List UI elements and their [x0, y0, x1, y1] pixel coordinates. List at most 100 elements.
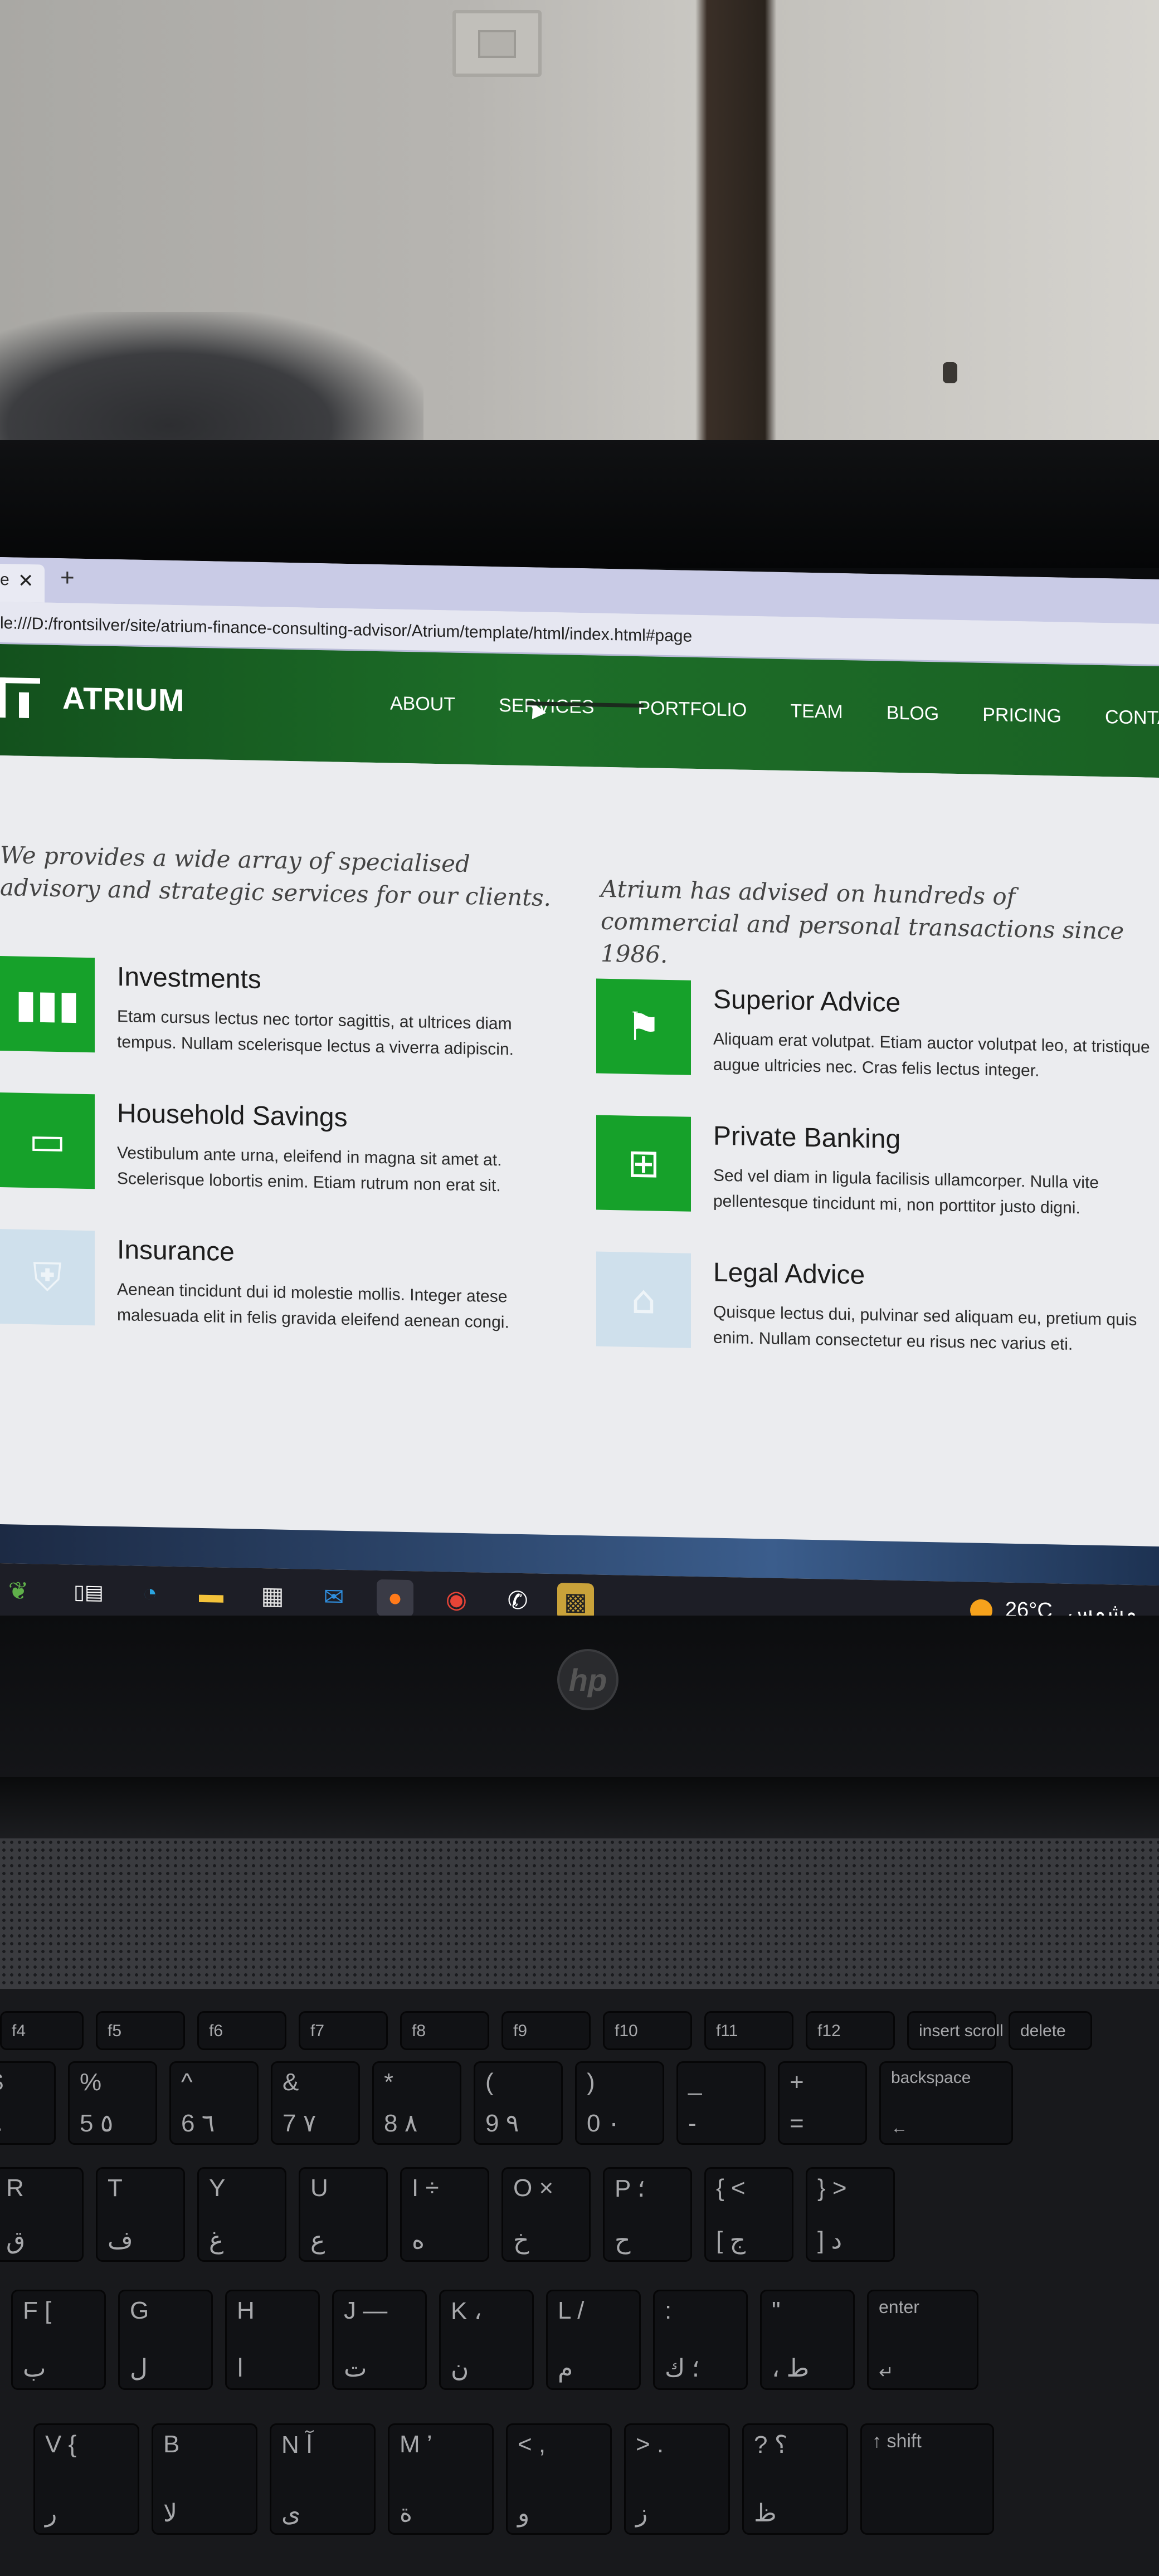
key-bottom-label: ى: [281, 2500, 301, 2527]
key-f9[interactable]: f9: [501, 2011, 591, 2050]
edge-icon[interactable]: ◔: [132, 1575, 168, 1612]
key-i[interactable]: I ÷ ه: [400, 2167, 489, 2262]
key-f8[interactable]: f8: [400, 2011, 489, 2050]
menu-item-pricing[interactable]: PRICING: [982, 704, 1061, 728]
firefox-icon[interactable]: ●: [377, 1579, 413, 1617]
chrome-icon[interactable]: ◉: [438, 1580, 475, 1618]
key-top-label: enter: [879, 2297, 919, 2317]
service-superior-advice[interactable]: ⚑ Superior Advice Aliquam erat volutpat.…: [596, 978, 1150, 1106]
task-view-icon[interactable]: ▯▤: [70, 1573, 107, 1611]
key-right-bracket[interactable]: } >] د: [806, 2167, 895, 2262]
key-backspace[interactable]: backspace ←: [879, 2061, 1013, 2145]
key-bottom-label: ه: [412, 2227, 425, 2254]
menu-item-about[interactable]: ABOUT: [390, 692, 455, 715]
close-icon[interactable]: ✕: [18, 570, 34, 593]
key-r[interactable]: Rق: [0, 2167, 84, 2262]
service-private-banking[interactable]: ⊞ Private Banking Sed vel diam in ligula…: [596, 1115, 1142, 1243]
key-shift[interactable]: ↑ shift: [860, 2423, 994, 2535]
key-8[interactable]: * 8 ٨: [372, 2061, 461, 2145]
key-p[interactable]: P ؛ ح: [603, 2167, 692, 2262]
key-g[interactable]: Gل: [118, 2290, 213, 2390]
key-b[interactable]: B لا: [152, 2423, 257, 2535]
key-top-label: f12: [817, 2022, 841, 2040]
key-k[interactable]: K ، ن: [439, 2290, 534, 2390]
key-bottom-label: -: [688, 2110, 697, 2137]
key-top-label: +: [790, 2068, 804, 2096]
logo-text[interactable]: ATRIUM: [62, 680, 185, 718]
key-period[interactable]: > . ز: [624, 2423, 730, 2535]
service-text: Aliquam erat volutpat. Etiam auctor volu…: [713, 1030, 1150, 1080]
key-bottom-label: ع: [310, 2227, 325, 2254]
file-explorer-icon[interactable]: ▬: [193, 1576, 230, 1613]
key-top-label: %: [80, 2068, 102, 2096]
intro-right: Atrium has advised on hundreds of commer…: [601, 875, 1124, 969]
menu-item-contact[interactable]: CONTACT: [1105, 706, 1159, 730]
key-t[interactable]: Tف: [96, 2167, 185, 2262]
key-u[interactable]: Uع: [299, 2167, 388, 2262]
key-m[interactable]: M ’ ة: [388, 2423, 494, 2535]
key-equals[interactable]: + =: [778, 2061, 867, 2145]
service-investments[interactable]: ▮▮▮ Investments Etam cursus lectus nec t…: [0, 956, 546, 1084]
key-f5[interactable]: f5: [96, 2011, 185, 2050]
key-5[interactable]: % 5 ٥: [68, 2061, 157, 2145]
key-top-label: delete: [1020, 2022, 1066, 2040]
key-top-label: ): [587, 2068, 595, 2096]
key-n[interactable]: N آ ى: [270, 2423, 376, 2535]
key-f4[interactable]: f4: [0, 2011, 84, 2050]
key-f7[interactable]: f7: [299, 2011, 388, 2050]
key-bottom-label: 0 ٠: [587, 2110, 621, 2137]
key-left-bracket[interactable]: { < [ ج: [704, 2167, 793, 2262]
browser-tab[interactable]: e ✕: [0, 564, 45, 603]
key-y[interactable]: Yغ: [197, 2167, 286, 2262]
key-9[interactable]: (9 ٩: [474, 2061, 563, 2145]
key-j[interactable]: J — ت: [332, 2290, 427, 2390]
key-o[interactable]: O × خ: [501, 2167, 591, 2262]
key-top-label: T: [108, 2174, 123, 2202]
menu-item-services[interactable]: SERVICES: [499, 695, 594, 718]
key-v[interactable]: V {ر: [33, 2423, 139, 2535]
gallery-app-icon[interactable]: ▩: [557, 1583, 594, 1621]
key-semicolon[interactable]: : ؛ ك: [653, 2290, 748, 2390]
key-4[interactable]: $٤: [0, 2061, 56, 2145]
key-bottom-label: ل: [130, 2355, 148, 2382]
key-l[interactable]: L / م: [546, 2290, 641, 2390]
key-f10[interactable]: f10: [603, 2011, 692, 2050]
key-top-label: M ’: [400, 2431, 432, 2458]
speaker-grille: [0, 1838, 1159, 1989]
menu-item-portfolio[interactable]: PORTFOLIO: [637, 697, 747, 721]
key-comma[interactable]: < , و: [506, 2423, 612, 2535]
new-tab-button[interactable]: +: [60, 564, 75, 592]
briefcase-icon: ⊞: [596, 1115, 691, 1212]
menu-item-blog[interactable]: BLOG: [887, 702, 939, 725]
service-insurance[interactable]: ⛨ Insurance Aenean tincidunt dui id mole…: [0, 1229, 546, 1357]
service-legal-advice[interactable]: ⌂ Legal Advice Quisque lectus dui, pulvi…: [596, 1251, 1142, 1379]
key-0[interactable]: ) 0 ٠: [575, 2061, 664, 2145]
key-top-label: f8: [412, 2022, 426, 2040]
key-top-label: G: [130, 2297, 149, 2324]
key-insert[interactable]: insert scroll: [907, 2011, 1004, 2050]
key-top-label: f7: [310, 2022, 325, 2040]
laptop-screen: e ✕ + le:///D:/frontsilver/site/atrium-f…: [0, 557, 1159, 1649]
key-f12[interactable]: f12: [806, 2011, 895, 2050]
menu-item-team[interactable]: TEAM: [790, 700, 843, 723]
key-f11[interactable]: f11: [704, 2011, 793, 2050]
atrium-logo-icon[interactable]: [0, 677, 40, 719]
service-household-savings[interactable]: ▭ Household Savings Vestibulum ante urna…: [0, 1092, 546, 1220]
key-quote[interactable]: " ، ط: [760, 2290, 855, 2390]
key-f6[interactable]: f6: [197, 2011, 286, 2050]
key-6[interactable]: ^ 6 ٦: [169, 2061, 259, 2145]
dragon-widget-icon[interactable]: ❦: [0, 1572, 37, 1609]
whatsapp-icon[interactable]: ✆: [499, 1582, 536, 1619]
store-icon[interactable]: ▦: [254, 1577, 291, 1614]
key-bottom-label: غ: [209, 2227, 224, 2254]
key-h[interactable]: Hا: [225, 2290, 320, 2390]
key-f[interactable]: F [ب: [11, 2290, 106, 2390]
key-minus[interactable]: _ -: [676, 2061, 766, 2145]
key-7[interactable]: & 7 ٧: [271, 2061, 360, 2145]
key-slash[interactable]: ? ؟ ظ: [742, 2423, 848, 2535]
key-bottom-label: م: [558, 2355, 573, 2382]
mail-icon[interactable]: ✉: [315, 1578, 352, 1616]
key-enter[interactable]: enter ↵: [867, 2290, 978, 2390]
key-delete[interactable]: delete: [1009, 2011, 1092, 2050]
bar-chart-icon: ▮▮▮: [0, 956, 95, 1053]
